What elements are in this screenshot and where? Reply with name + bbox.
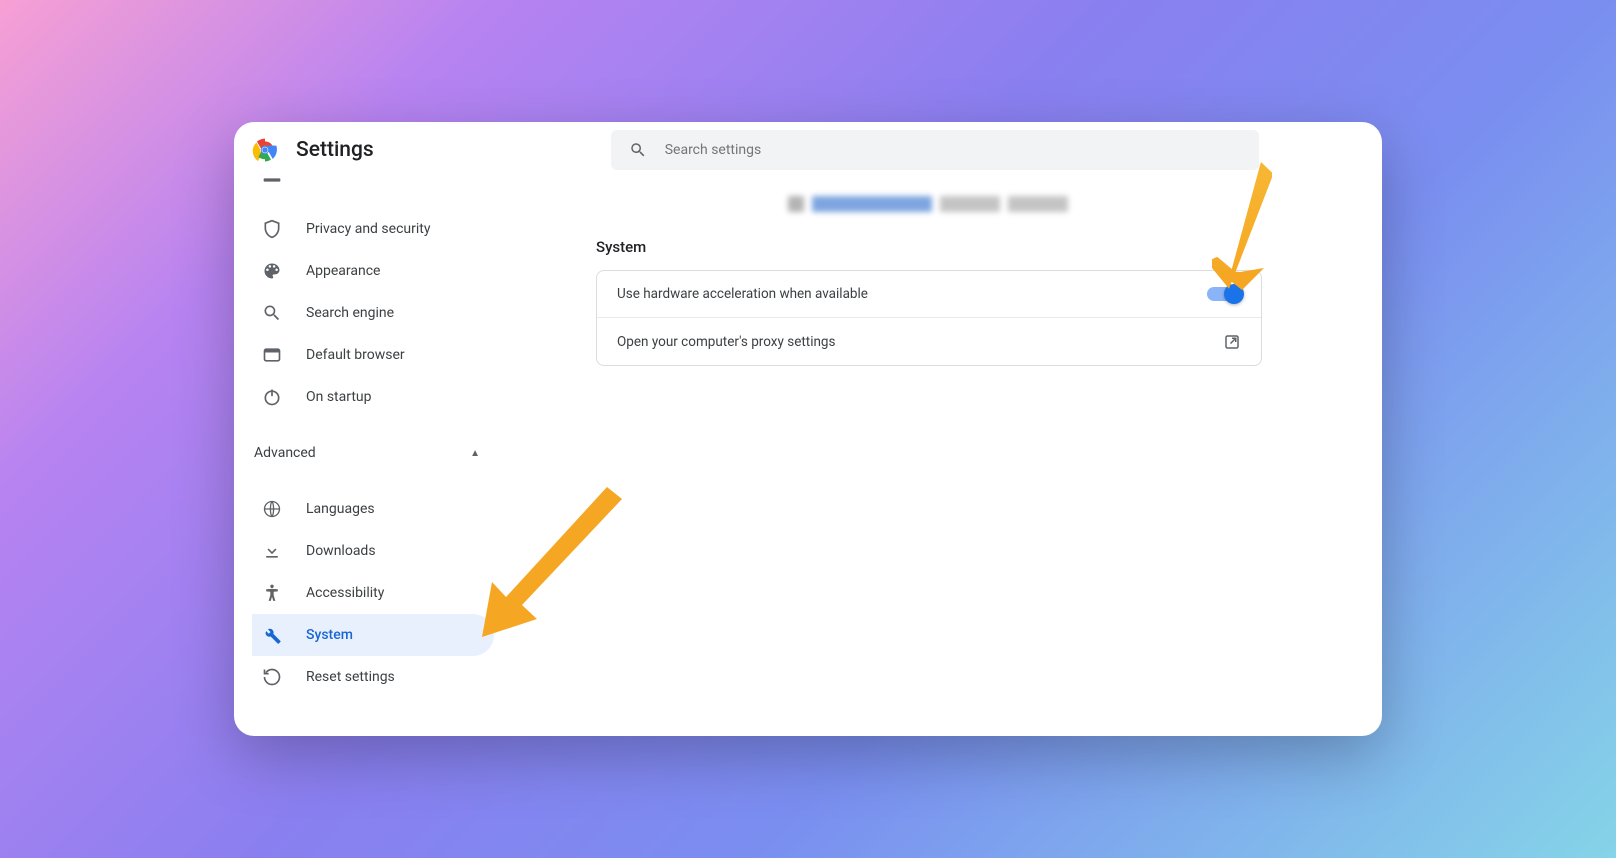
sidebar-section-label: Advanced [254,445,316,461]
sidebar-section-advanced[interactable]: Advanced ▲ [252,432,534,474]
sidebar-item-label: Appearance [306,263,380,279]
search-icon [629,141,647,159]
sidebar-item-label: Accessibility [306,585,384,601]
sidebar-item-autofill[interactable] [252,178,494,190]
chrome-logo-icon [252,137,278,163]
row-label: Use hardware acceleration when available [617,286,868,302]
sidebar-item-label: Languages [306,501,375,517]
row-label: Open your computer's proxy settings [617,334,835,350]
download-icon [262,541,282,561]
sidebar-item-search-engine[interactable]: Search engine [252,292,494,334]
settings-window: Settings Privacy and security Appearance [234,122,1382,736]
sidebar-item-system[interactable]: System [252,614,494,656]
sidebar-item-downloads[interactable]: Downloads [252,530,494,572]
accessibility-icon [262,583,282,603]
globe-icon [262,499,282,519]
chevron-up-icon: ▲ [470,448,480,459]
restore-icon [262,667,282,687]
shield-icon [262,219,282,239]
body: Privacy and security Appearance Search e… [234,178,1382,736]
main-content: System Use hardware acceleration when av… [534,178,1382,736]
search-box[interactable] [611,130,1259,170]
search-input[interactable] [665,142,1241,158]
sidebar-item-label: Search engine [306,305,394,321]
hardware-acceleration-row[interactable]: Use hardware acceleration when available [597,271,1261,318]
sidebar-item-label: System [306,627,353,643]
wrench-icon [262,625,282,645]
sidebar-item-reset-settings[interactable]: Reset settings [252,656,494,698]
system-settings-card: Use hardware acceleration when available… [596,270,1262,366]
sidebar-item-label: Reset settings [306,669,395,685]
header: Settings [234,122,1382,178]
sidebar-item-label: Privacy and security [306,221,430,237]
browser-icon [262,345,282,365]
sidebar-item-label: On startup [306,389,372,405]
sidebar-item-label: Default browser [306,347,405,363]
sidebar-item-privacy-and-security[interactable]: Privacy and security [252,208,494,250]
sidebar-item-label: Downloads [306,543,376,559]
proxy-settings-row[interactable]: Open your computer's proxy settings [597,318,1261,365]
palette-icon [262,261,282,281]
sidebar-item-appearance[interactable]: Appearance [252,250,494,292]
page-title: Settings [296,138,374,162]
external-link-icon [1223,333,1241,351]
search-wrap [611,130,1259,170]
hardware-acceleration-toggle[interactable] [1207,287,1241,301]
autofill-icon [262,178,282,190]
search-icon [262,303,282,323]
sidebar: Privacy and security Appearance Search e… [234,178,534,736]
section-title: System [596,238,1342,256]
redacted-content [788,196,1342,212]
sidebar-item-default-browser[interactable]: Default browser [252,334,494,376]
power-icon [262,387,282,407]
sidebar-item-languages[interactable]: Languages [252,488,494,530]
sidebar-item-on-startup[interactable]: On startup [252,376,494,418]
sidebar-item-accessibility[interactable]: Accessibility [252,572,494,614]
